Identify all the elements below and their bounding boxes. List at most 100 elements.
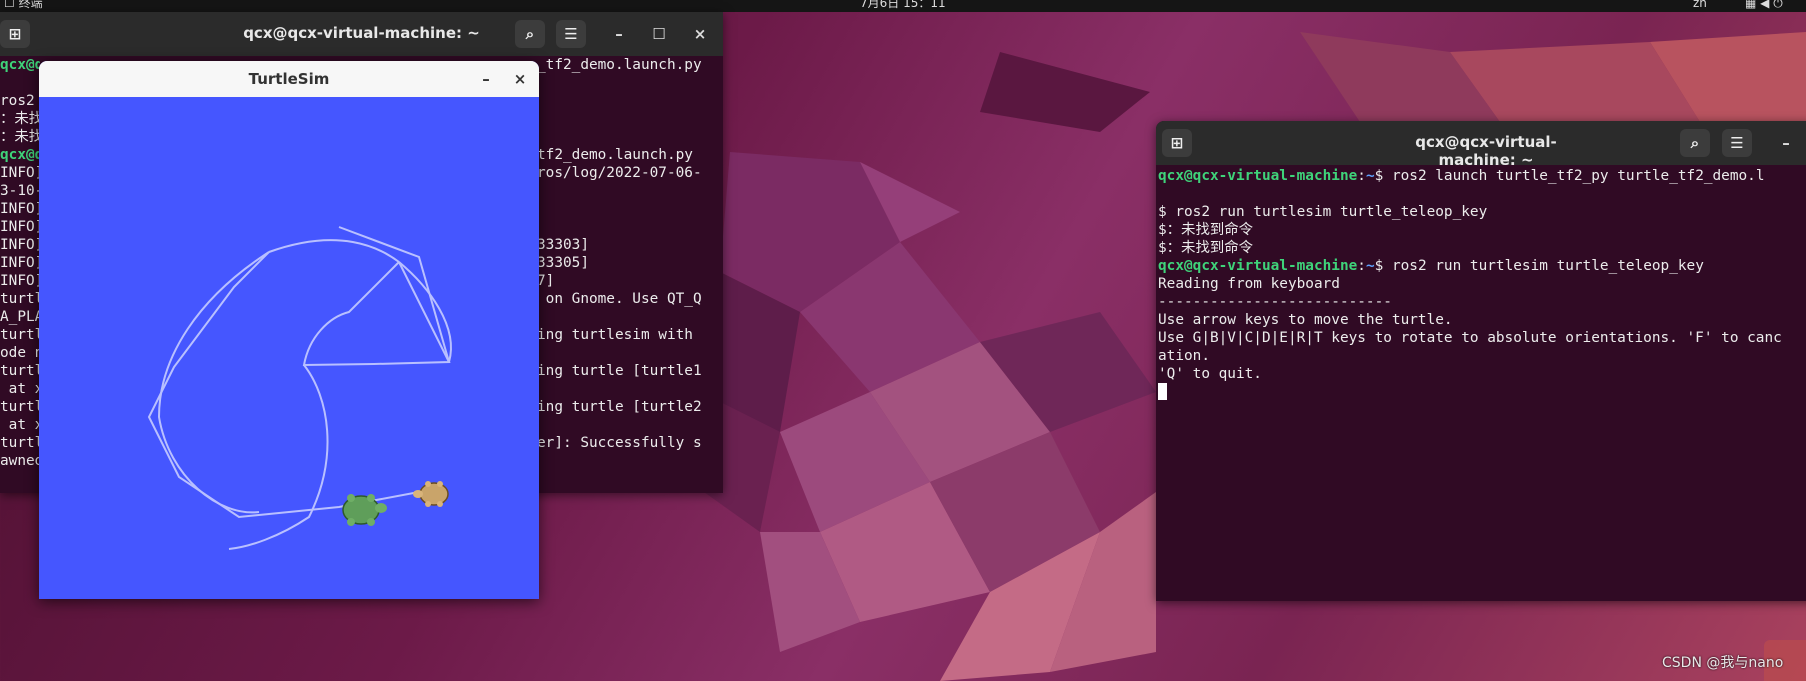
minimize-icon: – (1782, 134, 1790, 152)
terminal-line: Use G|B|V|C|D|E|R|T keys to rotate to ab… (1158, 330, 1782, 346)
minimize-icon: – (482, 70, 490, 88)
turtlesim-window[interactable]: TurtleSim – × (39, 61, 539, 599)
prompt-user: qcx@qcx-virtual-machine (1158, 168, 1358, 184)
terminal-line: at x (0, 417, 40, 433)
terminal-line: INFO] (0, 237, 40, 253)
menu-button[interactable]: ☰ (1722, 129, 1752, 157)
turtlesim-minimize-button[interactable]: – (476, 69, 496, 89)
terminal-line: er]: Successfully s (537, 435, 702, 451)
turtle-trail (147, 226, 452, 550)
close-icon: × (513, 70, 527, 88)
terminal-line: qcx@qcx-virtual-machine:~$ ros2 launch t… (1158, 167, 1806, 185)
terminal-line: $ ros2 run turtlesim turtle_teleop_key (1158, 204, 1488, 220)
terminal-line: A_PLA (0, 309, 40, 325)
terminal-line: qcx@qcx (0, 57, 40, 73)
search-button[interactable]: ⌕ (515, 20, 545, 48)
terminal-line: qcx@qc (0, 147, 40, 163)
terminal-line: Reading from keyboard (1158, 276, 1340, 292)
turtlesim-close-button[interactable]: × (510, 69, 530, 89)
close-button[interactable]: × (690, 24, 710, 44)
volume-icon: ◀ (1760, 0, 1770, 10)
terminal-line: ros2 (0, 93, 35, 109)
terminal-line: ing turtle [turtle2 (537, 399, 702, 415)
terminal-line: at x (0, 381, 40, 397)
input-method-indicator[interactable]: zh (1693, 0, 1707, 9)
terminal-line: ing turtle [turtle1 (537, 363, 702, 379)
prompt-path: ~ (1365, 258, 1375, 274)
hamburger-icon: ☰ (1730, 134, 1744, 152)
terminal-line: ros/log/2022-07-06- (537, 165, 702, 181)
csdn-watermark: CSDN @我与nano (1662, 655, 1784, 671)
minimize-button[interactable]: – (609, 24, 629, 44)
terminal-line: INFO] (0, 255, 40, 271)
terminal-line: turtl (0, 363, 40, 379)
minimize-icon: – (615, 25, 623, 43)
terminal-line: 'Q' to quit. (1158, 366, 1262, 382)
terminal-line: tf2_demo.launch.py (537, 147, 693, 163)
terminal-line: ation. (1158, 348, 1210, 364)
terminal-line: ：未找 (0, 111, 40, 127)
prompt-path: ~ (1365, 168, 1375, 184)
command-text: $ ros2 launch turtle_tf2_py turtle_tf2_d… (1374, 168, 1765, 184)
left-terminal-right-fragments: _tf2_demo.launch.py tf2_demo.launch.pyros… (537, 56, 723, 470)
search-icon: ⌕ (525, 25, 535, 43)
terminal-line: 3-10- (0, 183, 40, 199)
left-terminal-left-fragments: qcx@qcx ros2 ：未找 ：未找 qcx@qc INFO] 3-10- INFO] IN… (0, 56, 40, 470)
terminal-line: awned (0, 453, 40, 469)
right-terminal-title: qcx@qcx-virtual-machine: ~ (1415, 133, 1557, 169)
search-button[interactable]: ⌕ (1680, 129, 1710, 157)
turtlesim-canvas[interactable] (39, 97, 539, 599)
system-tray[interactable]: ▦ ◀ ⏻ (1745, 0, 1783, 9)
turtlesim-title: TurtleSim (248, 70, 330, 88)
terminal-line: $：未找到命令 (1158, 222, 1254, 238)
cursor-line (1158, 383, 1806, 401)
clock[interactable]: 7月6日 15：11 (860, 0, 946, 9)
maximize-icon: ☐ (652, 25, 666, 43)
maximize-button[interactable]: ☐ (649, 24, 669, 44)
activities-terminal-label[interactable]: ☐ 终端 (4, 0, 43, 9)
minimize-button[interactable]: – (1776, 133, 1796, 153)
hamburger-icon: ☰ (564, 25, 578, 43)
search-icon: ⌕ (1690, 134, 1700, 152)
turtlesim-header[interactable]: TurtleSim – × (39, 61, 539, 97)
prompt-separator: : (1357, 258, 1366, 274)
power-icon: ⏻ (1773, 0, 1783, 10)
terminal-line: _tf2_demo.launch.py (537, 57, 702, 73)
terminal-line: 7] (537, 273, 555, 289)
prompt-user: qcx@qcx-virtual-machine (1158, 258, 1358, 274)
terminal-line: 33303] (537, 237, 589, 253)
left-terminal-header[interactable]: ⊞ qcx@qcx-virtual-machine: ~ ⌕ ☰ – ☐ × (0, 12, 723, 56)
terminal-line: INFO] (0, 165, 40, 181)
terminal-line: INFO] (0, 201, 40, 217)
terminal-line: Use arrow keys to move the turtle. (1158, 312, 1453, 328)
terminal-line: $：未找到命令 (1158, 240, 1254, 256)
right-terminal-header[interactable]: ⊞ qcx@qcx-virtual-machine: ~ ⌕ ☰ – (1156, 121, 1806, 169)
terminal-line: qcx@qcx-virtual-machine:~$ ros2 run turt… (1158, 257, 1806, 275)
network-icon: ▦ (1745, 0, 1757, 10)
terminal-line: ：未找 (0, 129, 40, 145)
right-terminal-output[interactable]: qcx@qcx-virtual-machine:~$ ros2 launch t… (1156, 165, 1806, 401)
terminal-line: INFO] (0, 273, 40, 289)
terminal-line: INFO] (0, 219, 40, 235)
terminal-line: --------------------------- (1158, 294, 1392, 310)
terminal-line: ing turtlesim with (537, 327, 693, 343)
right-terminal-window[interactable]: ⊞ qcx@qcx-virtual-machine: ~ ⌕ ☰ – qcx@q… (1156, 121, 1806, 601)
terminal-line: turtl (0, 435, 40, 451)
terminal-line: turtl (0, 291, 40, 307)
top-bar: ☐ 终端 7月6日 15：11 zh ▦ ◀ ⏻ (0, 0, 1806, 12)
menu-button[interactable]: ☰ (556, 20, 586, 48)
prompt-separator: : (1357, 168, 1366, 184)
